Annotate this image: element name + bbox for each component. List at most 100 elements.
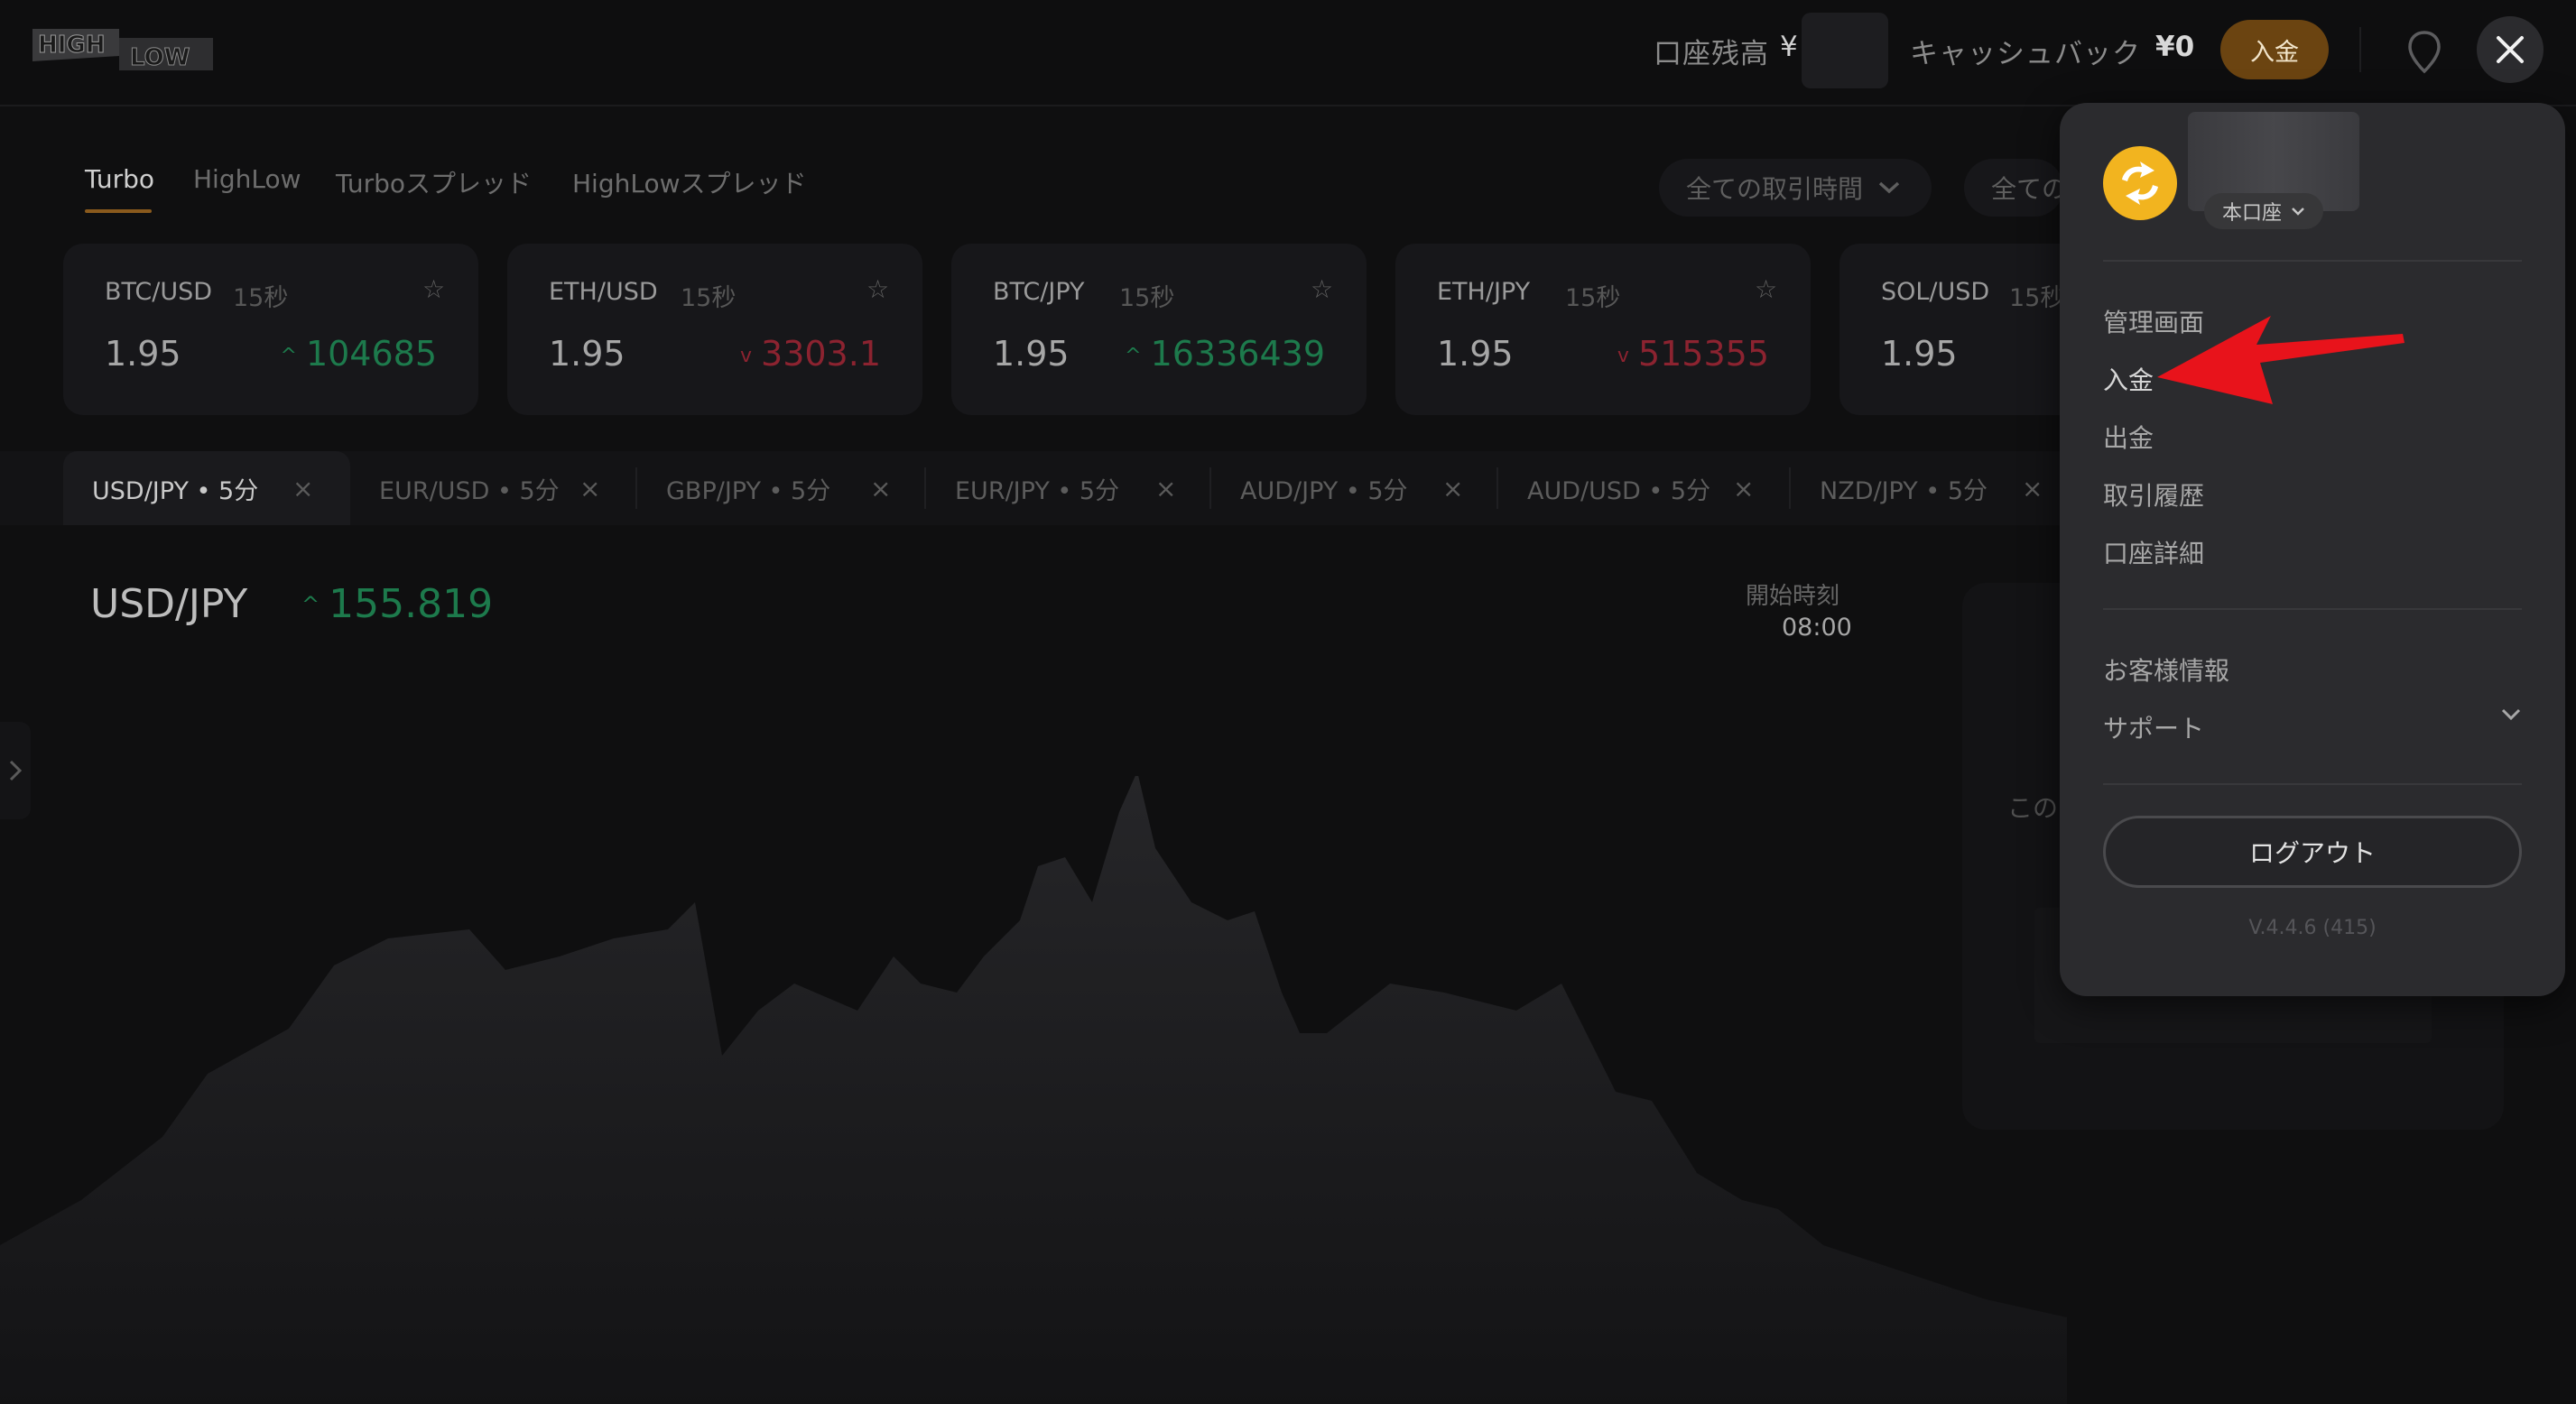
menu-item-customer-info[interactable]: お客様情報	[2103, 651, 2229, 688]
all-filter-label: 全ての	[1991, 174, 2063, 204]
location-pin-icon[interactable]	[2399, 25, 2450, 79]
trading-time-filter[interactable]: 全ての取引時間	[1659, 159, 1932, 217]
balance-label: 口座残高	[1654, 38, 1769, 70]
tab-separator	[924, 467, 926, 509]
trade-panel-text: この	[2007, 793, 2059, 823]
asset-pair: BTC/JPY	[993, 278, 1085, 306]
header-deposit-button[interactable]: 入金	[2220, 20, 2329, 79]
start-time-label: 開始時刻	[1746, 583, 1840, 610]
asset-card-btcusd[interactable]: BTC/USD 15秒 ☆ 1.95 ^ 104685	[63, 244, 478, 415]
close-icon	[2497, 36, 2524, 63]
start-time-value: 08:00	[1782, 614, 1852, 642]
chart-pair-title: USD/JPY	[90, 581, 248, 627]
close-tab-icon[interactable]: ×	[2022, 474, 2043, 503]
asset-payout: 1.95	[1437, 334, 1514, 374]
exchange-arrows-icon	[2122, 162, 2158, 205]
tab-turbo-spread[interactable]: Turboスプレッド	[336, 164, 532, 200]
tab-separator	[635, 467, 637, 509]
top-header: HIGH LOW 口座残高 ¥ キャッシュバック ¥0 入金	[0, 0, 2576, 106]
chevron-down-icon	[2292, 208, 2304, 216]
tab-turbo[interactable]: Turbo	[85, 164, 154, 194]
asset-price: ^ 104685	[281, 334, 438, 374]
cashback-label: キャッシュバック	[1910, 38, 2141, 70]
price-up-icon: ^	[280, 345, 297, 367]
asset-card-btcjpy[interactable]: BTC/JPY 15秒 ☆ 1.95 ^ 16336439	[951, 244, 1367, 415]
asset-pair: SOL/USD	[1881, 278, 1990, 306]
chart-price-value: 155.819	[329, 581, 494, 627]
menu-divider	[2103, 260, 2522, 262]
instrument-tab-label: NZD/JPY • 5分	[1820, 476, 1988, 505]
tab-separator	[1789, 467, 1791, 509]
asset-price: v 515355	[1617, 334, 1769, 374]
asset-price-value: 16336439	[1150, 334, 1325, 374]
balance-currency: ¥	[1780, 31, 1798, 63]
asset-duration: 15秒	[1565, 284, 1621, 312]
logo-text-low: LOW	[130, 44, 190, 71]
asset-price: ^ 16336439	[1125, 334, 1325, 374]
price-down-icon: v	[740, 345, 753, 367]
account-type-label: 本口座	[2222, 202, 2283, 225]
favorite-star-icon[interactable]: ☆	[866, 274, 889, 304]
menu-divider	[2103, 608, 2522, 610]
logo-text-high: HIGH	[38, 32, 106, 59]
close-tab-icon[interactable]: ×	[292, 474, 313, 503]
close-tab-icon[interactable]: ×	[1442, 474, 1463, 503]
asset-card-ethjpy[interactable]: ETH/JPY 15秒 ☆ 1.95 v 515355	[1395, 244, 1811, 415]
chevron-down-icon	[1878, 181, 1900, 194]
price-up-icon: ^	[1125, 345, 1142, 367]
asset-card-ethusd[interactable]: ETH/USD 15秒 ☆ 1.95 v 3303.1	[507, 244, 922, 415]
tab-separator	[1496, 467, 1498, 509]
menu-item-withdraw[interactable]: 出金	[2103, 419, 2154, 455]
tab-highlow-spread[interactable]: HighLowスプレッド	[572, 164, 807, 200]
asset-payout: 1.95	[105, 334, 181, 374]
close-tab-icon[interactable]: ×	[1733, 474, 1754, 503]
menu-item-support[interactable]: サポート	[2103, 709, 2204, 745]
instrument-tab-gbpjpy[interactable]: GBP/JPY • 5分 ×	[641, 451, 926, 525]
instrument-tab-audjpy[interactable]: AUD/JPY • 5分 ×	[1215, 451, 1502, 525]
price-area-chart	[0, 776, 2067, 1404]
app-version: V.4.4.6 (415)	[2248, 917, 2377, 939]
close-menu-button[interactable]	[2477, 16, 2544, 83]
avatar	[2103, 146, 2177, 220]
asset-payout: 1.95	[1881, 334, 1958, 374]
asset-pair: ETH/USD	[549, 278, 658, 306]
asset-duration: 15秒	[2009, 284, 2065, 312]
favorite-star-icon[interactable]: ☆	[422, 274, 445, 304]
favorite-star-icon[interactable]: ☆	[1755, 274, 1777, 304]
menu-item-account-details[interactable]: 口座詳細	[2103, 534, 2204, 570]
menu-divider	[2103, 783, 2522, 785]
price-area	[0, 776, 2067, 1404]
account-menu: 本口座 管理画面 入金 出金 取引履歴 口座詳細 お客様情報 サポート ログアウ…	[2060, 103, 2565, 996]
asset-card-solusd[interactable]: SOL/USD 15秒 1.95	[1839, 244, 2065, 415]
price-down-icon: v	[1617, 345, 1629, 367]
chevron-down-icon[interactable]	[2500, 707, 2522, 722]
tab-highlow[interactable]: HighLow	[193, 164, 301, 194]
asset-duration: 15秒	[1119, 284, 1175, 312]
favorite-star-icon[interactable]: ☆	[1311, 274, 1333, 304]
account-type-selector[interactable]: 本口座	[2204, 193, 2324, 229]
instrument-tab-label: AUD/JPY • 5分	[1240, 476, 1408, 505]
close-tab-icon[interactable]: ×	[1155, 474, 1176, 503]
menu-item-deposit[interactable]: 入金	[2103, 361, 2154, 397]
logout-button[interactable]: ログアウト	[2103, 816, 2522, 888]
instrument-tab-label: EUR/USD • 5分	[379, 476, 560, 505]
instrument-tab-usdjpy[interactable]: USD/JPY • 5分 ×	[63, 451, 350, 525]
instrument-tab-nzdjpy[interactable]: NZD/JPY • 5分 ×	[1794, 451, 2065, 525]
asset-price-value: 104685	[305, 334, 437, 374]
instrument-tab-audusd[interactable]: AUD/USD • 5分 ×	[1502, 451, 1791, 525]
close-tab-icon[interactable]: ×	[870, 474, 891, 503]
instrument-tab-eurusd[interactable]: EUR/USD • 5分 ×	[352, 451, 637, 525]
balance-amount-blurred	[1802, 13, 1888, 88]
all-filter[interactable]: 全ての	[1964, 159, 2063, 217]
instrument-tab-eurjpy[interactable]: EUR/JPY • 5分 ×	[930, 451, 1211, 525]
trading-time-filter-label: 全ての取引時間	[1686, 174, 1864, 204]
highlow-logo[interactable]: HIGH LOW	[32, 25, 213, 74]
annotation-arrow-icon	[2157, 316, 2405, 404]
cashback-value: ¥0	[2155, 31, 2195, 63]
asset-price-value: 515355	[1637, 334, 1769, 374]
close-tab-icon[interactable]: ×	[579, 474, 600, 503]
menu-item-trade-history[interactable]: 取引履歴	[2103, 476, 2204, 513]
chart-current-price: ^ 155.819	[301, 581, 493, 627]
asset-price: v 3303.1	[740, 334, 881, 374]
active-tab-underline	[85, 209, 152, 213]
